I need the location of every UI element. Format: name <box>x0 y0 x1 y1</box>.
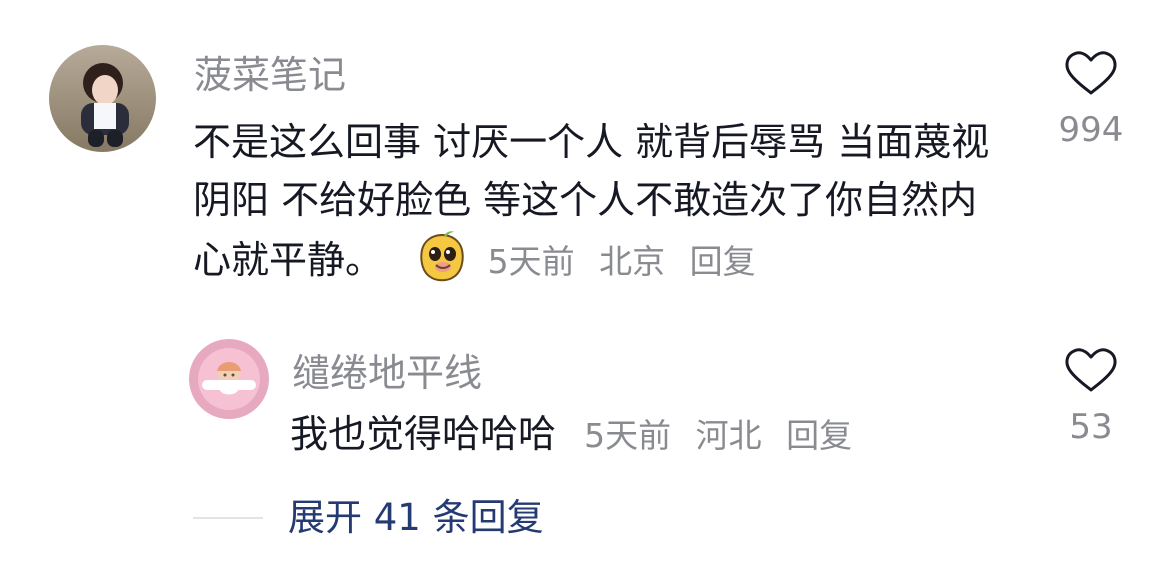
like-count: 994 <box>1058 110 1124 150</box>
comment-username[interactable]: 菠菜笔记 <box>194 52 346 98</box>
like-button[interactable]: 994 <box>1046 50 1136 150</box>
heart-icon <box>1065 348 1117 392</box>
user-avatar[interactable] <box>49 45 156 152</box>
reply-meta: 5天前 河北 回复 <box>584 416 866 455</box>
reply-like-button[interactable]: 53 <box>1046 347 1136 447</box>
comment-text-block: 不是这么回事 讨厌一个人 就背后辱骂 当面蔑视 阴阳 不给好脸色 等这个人不敢造… <box>193 113 1003 301</box>
reply-text: 我也觉得哈哈哈 <box>290 412 557 456</box>
comment-location: 北京 <box>599 242 666 281</box>
sticker-emoji-icon <box>415 229 469 301</box>
reply-username[interactable]: 缱绻地平线 <box>292 350 482 396</box>
reply-button[interactable]: 回复 <box>786 416 852 455</box>
reply-comment-item: 缱绻地平线 我也觉得哈哈哈 5天前 河北 回复 53 <box>0 310 1170 490</box>
heart-icon <box>1065 51 1117 95</box>
reply-like-count: 53 <box>1069 407 1113 447</box>
reply-time: 5天前 <box>584 416 672 455</box>
reply-avatar-image <box>189 339 269 419</box>
comment-item: 菠菜笔记 不是这么回事 讨厌一个人 就背后辱骂 当面蔑视 阴阳 不给好脸色 等这… <box>0 0 1170 310</box>
reply-location: 河北 <box>695 416 762 455</box>
reply-text-block: 我也觉得哈哈哈 5天前 河北 回复 <box>290 405 990 465</box>
comment-meta: 5天前 北京 回复 <box>415 231 770 282</box>
reply-button[interactable]: 回复 <box>690 242 756 281</box>
expand-replies-button[interactable]: 展开 41 条回复 <box>193 494 544 542</box>
comment-time: 5天前 <box>487 242 575 281</box>
avatar-image <box>49 45 156 152</box>
expand-replies-label: 展开 41 条回复 <box>288 496 544 539</box>
expand-divider <box>193 517 263 519</box>
reply-user-avatar[interactable] <box>189 339 269 419</box>
